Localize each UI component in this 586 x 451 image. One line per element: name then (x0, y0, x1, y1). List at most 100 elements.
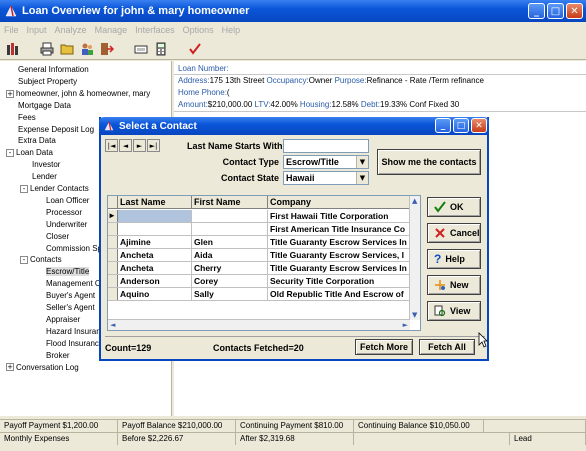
column-first-name[interactable]: First Name (192, 196, 268, 208)
last-name-input[interactable] (283, 139, 369, 153)
menu-analyze[interactable]: Analyze (55, 25, 87, 35)
tree-item[interactable]: Appraiser (46, 314, 80, 325)
tree-item-label: Expense Deposit Log (18, 124, 95, 134)
open-folder-icon[interactable] (58, 40, 76, 58)
exit-icon[interactable] (98, 40, 116, 58)
calculator-icon[interactable] (152, 40, 170, 58)
tree-item-label: Conversation Log (16, 362, 79, 372)
tree-item[interactable]: General Information (18, 64, 89, 75)
scroll-up-icon[interactable]: ▲ (412, 197, 417, 205)
status-bar-payments: Payoff Payment $1,200.00 Payoff Balance … (0, 419, 586, 432)
new-button[interactable]: New (427, 275, 481, 295)
tree-item[interactable]: Broker (46, 350, 70, 361)
collapse-icon[interactable]: - (6, 149, 14, 158)
tree-item[interactable]: Buyer's Agent (46, 290, 95, 301)
menu-file[interactable]: File (4, 25, 19, 35)
count-label: Count=129 (105, 343, 152, 353)
tree-item[interactable]: Flood Insuranc (46, 338, 99, 349)
first-record-button[interactable]: |◄ (105, 139, 118, 152)
view-button[interactable]: View (427, 301, 481, 321)
fetch-more-button[interactable]: Fetch More (355, 339, 413, 355)
table-row[interactable]: ► First Hawaii Title Corporation (108, 210, 410, 223)
table-row[interactable]: Ajimine Glen Title Guaranty Escrow Service… (108, 236, 410, 249)
maximize-button[interactable]: □ (547, 3, 564, 19)
contact-type-select[interactable]: Escrow/Title ▼ (283, 155, 369, 169)
column-last-name[interactable]: Last Name (118, 196, 192, 208)
cell-last-name (118, 223, 192, 235)
menu-interfaces[interactable]: Interfaces (135, 25, 175, 35)
tree-item[interactable]: Closer (46, 231, 69, 242)
tree-item[interactable]: Extra Data (18, 135, 56, 146)
cancel-button[interactable]: Cancel (427, 223, 481, 243)
columns-icon[interactable] (4, 40, 22, 58)
menu-input[interactable]: Input (27, 25, 47, 35)
tree-item[interactable]: Escrow/Title (46, 266, 90, 277)
last-record-button[interactable]: ►| (147, 139, 160, 152)
contact-state-label: Contact State (220, 173, 279, 183)
table-row[interactable]: Aquino Sally Old Republic Title And Escrow… (108, 288, 410, 301)
cell-company: First American Title Insurance Co (268, 223, 410, 235)
dialog-maximize-button[interactable]: □ (453, 118, 469, 133)
tree-item-label: Extra Data (18, 136, 56, 146)
table-row[interactable]: Anderson Corey Security Title Corporation (108, 275, 410, 288)
tree-item[interactable]: Processor (46, 207, 82, 218)
tree-item[interactable]: Fees (18, 112, 36, 123)
tree-item[interactable]: Hazard Insuran (46, 326, 101, 337)
dialog-minimize-button[interactable]: _ (435, 118, 451, 133)
menu-manage[interactable]: Manage (95, 25, 128, 35)
contact-state-select[interactable]: Hawaii ▼ (283, 171, 369, 185)
chevron-down-icon[interactable]: ▼ (356, 172, 368, 184)
menu-help[interactable]: Help (222, 25, 241, 35)
people-icon[interactable] (78, 40, 96, 58)
print-icon[interactable] (38, 40, 56, 58)
expand-icon[interactable]: + (6, 89, 14, 98)
next-record-button[interactable]: ► (133, 139, 146, 152)
tree-item[interactable]: Investor (32, 159, 60, 170)
help-button[interactable]: ? Help (427, 249, 481, 269)
expand-icon[interactable]: + (6, 363, 14, 372)
scroll-left-icon[interactable]: ◄ (110, 321, 115, 329)
tree-item[interactable]: - Lender Contacts (20, 183, 89, 194)
table-row[interactable]: Ancheta Cherry Title Guaranty Escrow Servi… (108, 262, 410, 275)
dialog-close-button[interactable]: ✕ (471, 118, 487, 133)
cell-last-name: Ancheta (118, 249, 192, 261)
show-contacts-button[interactable]: Show me the contacts (377, 149, 481, 175)
tree-item-label: Management C (46, 279, 101, 289)
continuing-payment: Continuing Payment $810.00 (236, 420, 354, 432)
collapse-icon[interactable]: - (20, 256, 28, 265)
tree-item[interactable]: Mortgage Data (18, 100, 71, 111)
grid-horizontal-scrollbar[interactable]: ◄ ► (108, 319, 410, 330)
table-row[interactable]: Ancheta Aida Title Guaranty Escrow Service… (108, 249, 410, 262)
tree-item[interactable]: Loan Officer (46, 195, 89, 206)
chevron-down-icon[interactable]: ▼ (356, 156, 368, 168)
menu-options[interactable]: Options (183, 25, 214, 35)
tree-item[interactable]: Lender (32, 171, 57, 182)
tree-item[interactable]: - Contacts (20, 254, 62, 265)
tree-item-label: Closer (46, 231, 70, 241)
tree-item[interactable]: - Loan Data (6, 147, 53, 158)
fetch-all-button[interactable]: Fetch All (419, 339, 475, 355)
tree-item[interactable]: Expense Deposit Log (18, 124, 94, 135)
tree-item[interactable]: Seller's Agent (46, 302, 95, 313)
tree-item[interactable]: Commission Sp (46, 243, 102, 254)
close-button[interactable]: ✕ (566, 3, 583, 19)
tree-item[interactable]: + homeowner, john & homeowner, mary (6, 88, 150, 99)
checkmark-icon[interactable] (186, 40, 204, 58)
dialog-title-bar: Select a Contact _ □ ✕ (99, 117, 489, 135)
collapse-icon[interactable]: - (20, 184, 28, 193)
column-company[interactable]: Company (268, 196, 410, 208)
scroll-right-icon[interactable]: ► (403, 321, 408, 329)
tree-item-label: Hazard Insuran (46, 326, 101, 336)
cell-first-name (192, 210, 268, 222)
tree-item[interactable]: Underwriter (46, 219, 87, 230)
ok-button[interactable]: OK (427, 197, 481, 217)
minimize-button[interactable]: _ (528, 3, 545, 19)
screen-icon[interactable] (132, 40, 150, 58)
prev-record-button[interactable]: ◄ (119, 139, 132, 152)
tree-item[interactable]: Management C (46, 278, 101, 289)
grid-vertical-scrollbar[interactable]: ▲ ▼ (409, 196, 420, 320)
table-row[interactable]: First American Title Insurance Co (108, 223, 410, 236)
tree-item[interactable]: Subject Property (18, 76, 77, 87)
scroll-down-icon[interactable]: ▼ (412, 311, 417, 319)
tree-item[interactable]: + Conversation Log (6, 362, 79, 373)
